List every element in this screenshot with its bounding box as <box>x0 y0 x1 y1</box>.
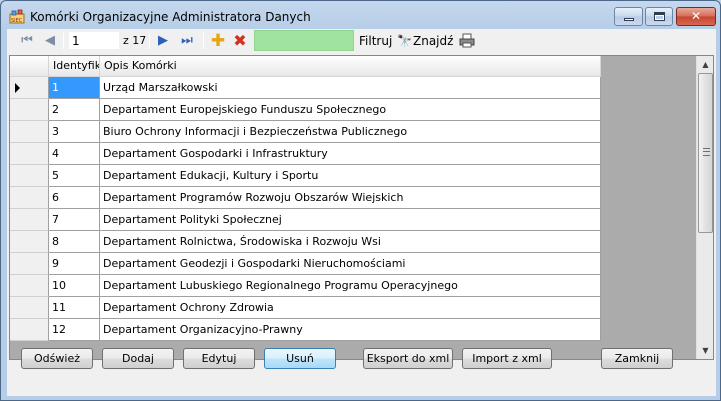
filter-label[interactable]: Filtruj <box>359 34 392 48</box>
data-grid[interactable]: Identyfikator Opis Komórki 1Urząd Marsza… <box>9 55 714 360</box>
find-button[interactable]: 🔭Znajdź <box>397 32 453 50</box>
row-header[interactable] <box>10 231 49 253</box>
edit-button[interactable]: Edytuj <box>183 348 255 369</box>
minimize-button[interactable] <box>614 7 643 26</box>
toolbar-separator <box>203 33 204 49</box>
table-row[interactable]: 2 Departament Europejskiego Funduszu Społ… <box>10 99 601 121</box>
table-row[interactable]: 6 Departament Programów Rozwoju Obszarów … <box>10 187 601 209</box>
row-header[interactable] <box>10 209 49 231</box>
cell-description[interactable]: Departament Edukacji, Kultury i Sportu <box>100 165 601 187</box>
scroll-up-icon[interactable]: ▲ <box>697 56 713 73</box>
table-row[interactable]: 12 Departament Organizacyjno-Prawny <box>10 319 601 341</box>
table-row[interactable]: 8 Departament Rolnictwa, Środowiska i Roz… <box>10 231 601 253</box>
cell-description[interactable]: Departament Lubuskiego Regionalnego Prog… <box>100 275 601 297</box>
cell-id[interactable]: 7 <box>49 209 100 231</box>
find-label: Znajdź <box>413 34 454 48</box>
filter-input[interactable] <box>254 30 354 51</box>
close-button[interactable]: Zamknij <box>601 348 673 369</box>
row-header[interactable] <box>10 275 49 297</box>
delete-icon[interactable]: ✖ <box>232 32 248 50</box>
row-header[interactable] <box>10 77 49 99</box>
table-row[interactable]: 3 Biuro Ochrony Informacji i Bezpieczeńst… <box>10 121 601 143</box>
scroll-thumb[interactable] <box>698 73 713 233</box>
row-header[interactable] <box>10 165 49 187</box>
cell-id[interactable]: 3 <box>49 121 100 143</box>
client-area: ⏮ ◀ z 17 ▶ ⏭ ✚ ✖ Filtruj 🔭Znajdź <box>7 29 716 396</box>
column-header-id[interactable]: Identyfikator <box>49 56 100 77</box>
table-row[interactable]: 10 Departament Lubuskiego Regionalnego Pr… <box>10 275 601 297</box>
delete-button[interactable]: Usuń <box>264 348 336 369</box>
add-button[interactable]: Dodaj <box>102 348 174 369</box>
cell-description[interactable]: Departament Europejskiego Funduszu Społe… <box>100 99 601 121</box>
row-header[interactable] <box>10 253 49 275</box>
minimize-icon <box>624 18 634 21</box>
cell-id[interactable]: 1 <box>49 77 100 99</box>
cell-description[interactable]: Departament Geodezji i Gospodarki Nieruc… <box>100 253 601 275</box>
previous-record-icon[interactable]: ◀ <box>43 32 57 50</box>
cell-id[interactable]: 11 <box>49 297 100 319</box>
cell-description[interactable]: Departament Programów Rozwoju Obszarów W… <box>100 187 601 209</box>
cell-id[interactable]: 12 <box>49 319 100 341</box>
main-window: SIEC Komórki Organizacyjne Administrator… <box>0 0 721 401</box>
cell-id[interactable]: 9 <box>49 253 100 275</box>
cell-description[interactable]: Urząd Marszałkowski <box>100 77 601 99</box>
cell-id[interactable]: 5 <box>49 165 100 187</box>
row-header[interactable] <box>10 187 49 209</box>
row-header[interactable] <box>10 297 49 319</box>
cell-id[interactable]: 4 <box>49 143 100 165</box>
binoculars-icon: 🔭 <box>397 34 412 48</box>
svg-text:SIEC: SIEC <box>11 18 23 24</box>
close-icon: ✕ <box>690 9 702 23</box>
maximize-icon <box>654 12 665 21</box>
cell-description[interactable]: Departament Ochrony Zdrowia <box>100 297 601 319</box>
table-row[interactable]: 5 Departament Edukacji, Kultury i Sportu <box>10 165 601 187</box>
cell-id[interactable]: 6 <box>49 187 100 209</box>
cell-description[interactable]: Biuro Ochrony Informacji i Bezpieczeństw… <box>100 121 601 143</box>
toolbar-separator <box>63 33 64 49</box>
row-header[interactable] <box>10 319 49 341</box>
maximize-button[interactable] <box>645 7 673 26</box>
grip-icon <box>703 148 710 156</box>
column-header-description[interactable]: Opis Komórki <box>100 56 601 77</box>
cell-id[interactable]: 8 <box>49 231 100 253</box>
title-bar[interactable]: SIEC Komórki Organizacyjne Administrator… <box>1 1 720 29</box>
current-row-arrow-icon <box>15 83 20 93</box>
cell-description[interactable]: Departament Rolnictwa, Środowiska i Rozw… <box>100 231 601 253</box>
row-header[interactable] <box>10 99 49 121</box>
record-position-input[interactable] <box>68 31 120 50</box>
first-record-icon[interactable]: ⏮ <box>19 32 35 50</box>
row-header[interactable] <box>10 121 49 143</box>
import-xml-button[interactable]: Import z xml <box>462 348 552 369</box>
grid-body: Identyfikator Opis Komórki 1Urząd Marsza… <box>10 56 696 359</box>
navigator-toolbar: ⏮ ◀ z 17 ▶ ⏭ ✚ ✖ Filtruj 🔭Znajdź <box>7 29 716 53</box>
table-row[interactable]: 1 Urząd Marszałkowski <box>10 77 601 99</box>
app-icon: SIEC <box>9 9 25 24</box>
row-header[interactable] <box>10 143 49 165</box>
table-row[interactable]: 4 Departament Gospodarki i Infrastruktury <box>10 143 601 165</box>
cell-description[interactable]: Departament Polityki Społecznej <box>100 209 601 231</box>
close-window-button[interactable]: ✕ <box>676 7 716 26</box>
next-record-icon[interactable]: ▶ <box>156 32 170 50</box>
refresh-button[interactable]: Odśwież <box>21 348 93 369</box>
cell-id[interactable]: 2 <box>49 99 100 121</box>
add-icon[interactable]: ✚ <box>210 32 226 50</box>
toolbar-separator <box>149 33 150 49</box>
printer-icon[interactable] <box>459 33 475 48</box>
cell-description[interactable]: Departament Gospodarki i Infrastruktury <box>100 143 601 165</box>
window-title: Komórki Organizacyjne Administratora Dan… <box>30 10 311 24</box>
table-row[interactable]: 11 Departament Ochrony Zdrowia <box>10 297 601 319</box>
last-record-icon[interactable]: ⏭ <box>178 32 196 50</box>
scroll-down-icon[interactable]: ▼ <box>697 342 713 359</box>
grid-corner-header <box>10 56 49 77</box>
table-row[interactable]: 9 Departament Geodezji i Gospodarki Nieru… <box>10 253 601 275</box>
cell-description[interactable]: Departament Organizacyjno-Prawny <box>100 319 601 341</box>
record-count-label: z 17 <box>123 34 147 47</box>
cell-id[interactable]: 10 <box>49 275 100 297</box>
vertical-scrollbar[interactable]: ▲ ▼ <box>696 56 713 359</box>
table-row[interactable]: 7 Departament Polityki Społecznej <box>10 209 601 231</box>
export-xml-button[interactable]: Eksport do xml <box>363 348 453 369</box>
